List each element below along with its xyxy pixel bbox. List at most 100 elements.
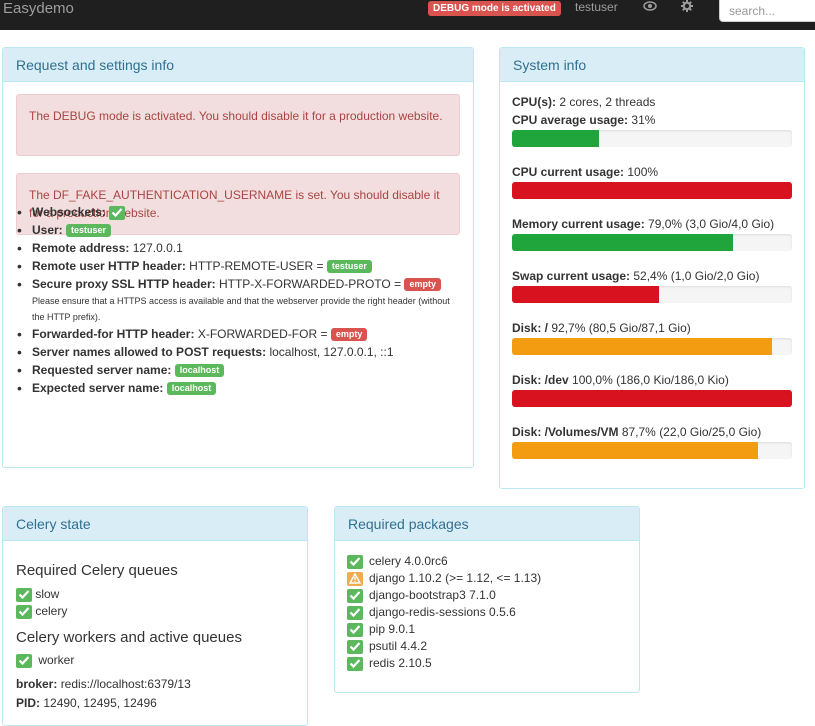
package-name: django 1.10.2 (>= 1.12, <= 1.13) (369, 571, 542, 585)
pid-value: 12490, 12495, 12496 (43, 696, 157, 710)
forwarded-label: Forwarded-for HTTP header: (32, 327, 195, 341)
check-icon (347, 639, 363, 654)
check-icon (347, 605, 363, 620)
remote-user-label: Remote user HTTP header: (32, 259, 186, 273)
check-icon (347, 622, 363, 637)
progress-bar (512, 442, 792, 459)
metric-label: Disk: /dev (512, 373, 569, 387)
warning-icon (347, 571, 363, 586)
request-info-list: Websockets: User: testuser Remote addres… (17, 203, 452, 397)
check-icon (347, 656, 363, 671)
check-icon (16, 604, 32, 619)
queue-name: celery (35, 604, 68, 618)
metric-value: 100,0% (186,0 Kio/186,0 Kio) (572, 373, 729, 387)
list-item: Remote address: 127.0.0.1 (17, 239, 452, 257)
metric-label: Swap current usage: (512, 269, 631, 283)
requested-server-badge: localhost (174, 364, 225, 378)
queue-name: slow (35, 587, 60, 601)
progress-bar (512, 234, 792, 251)
worker-name: worker (38, 653, 75, 667)
package-item: psutil 4.4.2 (347, 638, 427, 655)
metric-item: Disk: /dev 100,0% (186,0 Kio/186,0 Kio) (512, 372, 792, 407)
metric-value: 87,7% (22,0 Gio/25,0 Gio) (621, 425, 762, 439)
expected-server-badge: localhost (166, 382, 217, 396)
celery-state-panel: Celery state Required Celery queues slow… (2, 506, 308, 726)
progress-fill (512, 182, 792, 199)
list-item: Forwarded-for HTTP header: X-FORWARDED-F… (17, 325, 452, 343)
progress-bar (512, 182, 792, 199)
search-input[interactable] (719, 0, 815, 22)
list-item: Expected server name: localhost (17, 379, 452, 397)
list-item: Remote user HTTP header: HTTP-REMOTE-USE… (17, 257, 452, 275)
top-navbar: Easydemo DEBUG mode is activated testuse… (0, 0, 815, 30)
progress-fill (512, 338, 772, 355)
list-item: Websockets: (17, 203, 452, 221)
package-item: django-redis-sessions 0.5.6 (347, 604, 516, 621)
metric-label: Disk: /Volumes/VM (512, 425, 619, 439)
queue-item: celery (16, 603, 67, 619)
package-name: django-bootstrap3 7.1.0 (369, 588, 496, 602)
metric-label: Disk: / (512, 321, 549, 335)
panel-title: Request and settings info (3, 48, 473, 82)
user-badge: testuser (66, 224, 112, 238)
progress-bar (512, 130, 792, 147)
brand-logo[interactable]: Easydemo (3, 0, 74, 18)
package-name: redis 2.10.5 (369, 656, 432, 670)
metric-item: Disk: / 92,7% (80,5 Gio/87,1 Gio) (512, 320, 792, 355)
check-icon (16, 587, 32, 602)
expected-server-label: Expected server name: (32, 381, 164, 395)
remote-address-label: Remote address: (32, 241, 130, 255)
metric-value: 100% (627, 165, 659, 179)
remote-address-value: 127.0.0.1 (132, 241, 183, 255)
package-name: celery 4.0.0rc6 (369, 554, 448, 568)
package-name: pip 9.0.1 (369, 622, 416, 636)
system-info-panel: System info CPU(s): 2 cores, 2 threads C… (499, 47, 805, 489)
progress-fill (512, 390, 792, 407)
workers-heading: Celery workers and active queues (16, 629, 242, 646)
requested-server-label: Requested server name: (32, 363, 172, 377)
websockets-label: Websockets: (32, 205, 106, 219)
eye-icon[interactable] (643, 0, 657, 14)
metric-item: CPU average usage: 31% (512, 112, 792, 147)
remote-user-badge: testuser (326, 260, 372, 274)
package-item: django 1.10.2 (>= 1.12, <= 1.13) (347, 570, 541, 587)
package-item: django-bootstrap3 7.1.0 (347, 587, 496, 604)
progress-bar (512, 338, 792, 355)
worker-item: worker (16, 652, 74, 668)
progress-fill (512, 234, 734, 251)
cpus-info: CPU(s): 2 cores, 2 threads (512, 94, 792, 110)
remote-user-value: HTTP-REMOTE-USER = (189, 259, 324, 273)
package-item: pip 9.0.1 (347, 621, 415, 638)
server-names-label: Server names allowed to POST requests: (32, 345, 267, 359)
cpus-label: CPU(s): (512, 95, 556, 109)
check-icon (347, 588, 363, 603)
pid-label: PID: (16, 696, 40, 710)
metric-item: CPU current usage: 100% (512, 164, 792, 199)
list-item: User: testuser (17, 221, 452, 239)
check-icon (109, 205, 126, 220)
panel-title: Required packages (335, 507, 639, 541)
list-item: Secure proxy SSL HTTP header: HTTP-X-FOR… (17, 275, 452, 325)
required-packages-panel: Required packages celery 4.0.0rc6 django … (334, 506, 640, 693)
metric-value: 79,0% (3,0 Gio/4,0 Gio) (648, 217, 775, 231)
queue-item: slow (16, 586, 59, 602)
list-item: Requested server name: localhost (17, 361, 452, 379)
metric-item: Disk: /Volumes/VM 87,7% (22,0 Gio/25,0 G… (512, 424, 792, 459)
secure-proxy-value: HTTP-X-FORWARDED-PROTO = (218, 277, 402, 291)
metric-item: Memory current usage: 79,0% (3,0 Gio/4,0… (512, 216, 792, 251)
debug-alert: The DEBUG mode is activated. You should … (16, 94, 460, 156)
metric-label: CPU current usage: (512, 165, 625, 179)
secure-proxy-badge: empty (404, 278, 441, 292)
metric-value: 31% (631, 113, 656, 127)
panel-title: System info (500, 48, 804, 82)
cpus-value: 2 cores, 2 threads (559, 95, 656, 109)
queues-heading: Required Celery queues (16, 562, 178, 579)
progress-bar (512, 286, 792, 303)
server-names-value: localhost, 127.0.0.1, ::1 (269, 345, 394, 359)
secure-proxy-label: Secure proxy SSL HTTP header: (32, 277, 216, 291)
gear-icon[interactable] (681, 0, 695, 14)
broker-value: redis://localhost:6379/13 (60, 677, 191, 691)
user-menu[interactable]: testuser (575, 0, 618, 14)
package-item: celery 4.0.0rc6 (347, 553, 448, 570)
progress-fill (512, 286, 659, 303)
